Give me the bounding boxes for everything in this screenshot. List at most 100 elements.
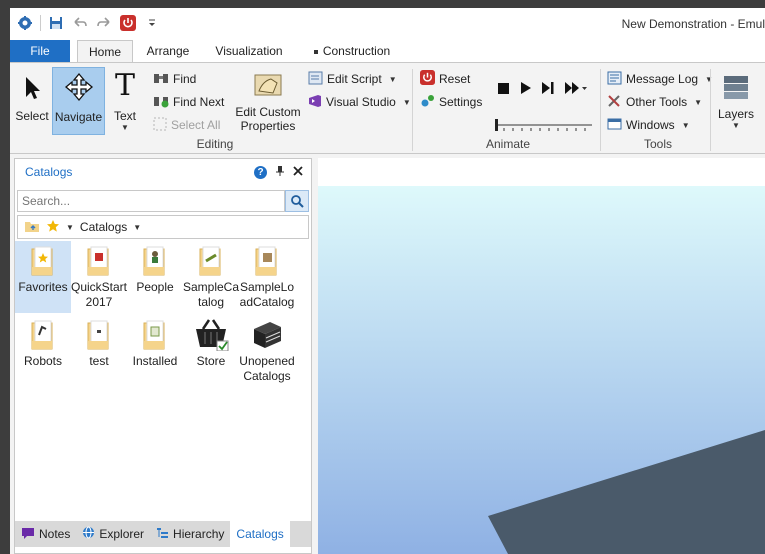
hand-icon (251, 67, 285, 101)
quick-access-toolbar (16, 14, 161, 32)
tab-explorer-label: Explorer (99, 527, 145, 541)
folder-installed-icon (142, 315, 168, 351)
catalog-item-favorites[interactable]: Favorites (15, 241, 71, 313)
edit-custom-label-1: Edit Custom (235, 105, 301, 119)
catalog-item-label: SampleLo (239, 280, 295, 294)
tab-dot-icon (313, 49, 318, 54)
chevron-down-icon[interactable]: ▼ (133, 223, 141, 232)
group-label-editing: Editing (196, 137, 234, 151)
catalog-item-label-2: 2017 (85, 295, 113, 309)
message-log-button[interactable]: Message Log ▼ (607, 69, 713, 89)
text-button[interactable]: T Text ▼ (108, 67, 142, 135)
text-t-icon: T (114, 68, 135, 103)
tab-home[interactable]: Home (77, 40, 133, 63)
search-input[interactable] (17, 190, 285, 212)
chevron-down-icon: ▼ (705, 74, 713, 84)
animation-speed-slider[interactable] (494, 119, 594, 133)
catalog-item-label: test (89, 354, 109, 368)
visual-studio-label: Visual Studio (326, 95, 396, 109)
fast-forward-icon[interactable] (564, 81, 588, 98)
pin-icon[interactable] (275, 165, 285, 180)
step-forward-icon[interactable] (541, 81, 555, 98)
select-label: Select (15, 109, 49, 123)
folder-up-icon[interactable] (24, 219, 40, 236)
tab-notes-label: Notes (39, 527, 71, 541)
catalog-item-samplecatalog[interactable]: SampleCa talog (183, 241, 239, 313)
reset-label: Reset (439, 72, 471, 86)
message-log-label: Message Log (626, 72, 699, 86)
folder-people-icon (142, 241, 168, 277)
layers-label: Layers (717, 107, 755, 121)
find-button[interactable]: Find (153, 69, 196, 89)
power-icon[interactable] (119, 14, 137, 32)
ribbon: Select Navigate T Text ▼ Find Find Next (10, 62, 765, 154)
tab-explorer[interactable]: Explorer (76, 521, 150, 547)
favorites-star-icon[interactable] (46, 219, 60, 236)
tab-notes[interactable]: Notes (15, 521, 76, 547)
edit-custom-label-2: Properties (240, 119, 296, 133)
app-logo-icon[interactable] (16, 14, 34, 32)
catalog-item-quickstart[interactable]: QuickStart 2017 (71, 241, 127, 313)
binoculars-icon (153, 71, 169, 88)
tab-catalogs[interactable]: Catalogs (230, 521, 290, 547)
chevron-down-icon[interactable]: ▼ (66, 223, 74, 232)
help-icon[interactable]: ? (254, 165, 267, 179)
edit-script-label: Edit Script (327, 72, 382, 86)
tab-construction-label: Construction (322, 44, 391, 58)
tab-hierarchy[interactable]: Hierarchy (150, 521, 230, 547)
settings-label: Settings (439, 95, 483, 109)
catalog-item-unopened-catalogs[interactable]: Unopened Catalogs (239, 315, 295, 387)
folder-robot-icon (30, 315, 56, 351)
catalog-item-test[interactable]: test (71, 315, 127, 387)
books-icon (250, 315, 284, 351)
chevron-down-icon: ▼ (694, 97, 703, 107)
chevron-down-icon: ▼ (732, 121, 740, 130)
navigate-button[interactable]: Navigate (52, 67, 105, 135)
windows-button[interactable]: Windows ▼ (607, 115, 690, 135)
windows-icon (607, 117, 622, 134)
find-next-button[interactable]: Find Next (153, 92, 224, 112)
visual-studio-icon (308, 94, 322, 111)
basket-icon (193, 315, 229, 351)
catalog-item-people[interactable]: People (127, 241, 183, 313)
other-tools-button[interactable]: Other Tools ▼ (607, 92, 702, 112)
save-icon[interactable] (47, 14, 65, 32)
select-all-icon (153, 117, 167, 134)
layers-icon (721, 67, 751, 101)
edit-script-button[interactable]: Edit Script ▼ (308, 69, 397, 89)
tab-hierarchy-label: Hierarchy (173, 527, 225, 541)
settings-button[interactable]: Settings (420, 92, 482, 112)
catalog-item-installed[interactable]: Installed (127, 315, 183, 387)
reset-button[interactable]: Reset (420, 69, 470, 89)
select-button[interactable]: Select (14, 67, 50, 135)
floor-plane-shape (488, 430, 765, 554)
layers-button[interactable]: Layers ▼ (716, 67, 756, 135)
tab-catalogs-label: Catalogs (236, 527, 284, 541)
edit-custom-properties-button[interactable]: Edit Custom Properties (232, 67, 304, 135)
tools-icon (607, 94, 622, 111)
tab-file[interactable]: File (10, 40, 70, 62)
chevron-down-icon: ▼ (388, 74, 397, 84)
find-label: Find (173, 72, 197, 86)
redo-icon[interactable] (95, 14, 113, 32)
tab-visualization[interactable]: Visualization (207, 40, 291, 62)
tab-construction[interactable]: Construction (306, 40, 398, 62)
panel-title: Catalogs (25, 165, 73, 179)
hierarchy-icon (156, 527, 169, 542)
catalog-item-store[interactable]: Store (183, 315, 239, 387)
select-all-button[interactable]: Select All (153, 115, 220, 135)
catalog-item-sampleloadcatalog[interactable]: SampleLo adCatalog (239, 241, 295, 313)
catalog-item-robots[interactable]: Robots (15, 315, 71, 387)
close-icon[interactable] (293, 165, 303, 179)
catalog-item-label: Unopened (239, 354, 295, 368)
customize-icon[interactable] (143, 14, 161, 32)
catalog-dropdown[interactable]: Catalogs (80, 220, 127, 234)
search-button[interactable] (285, 190, 309, 212)
stop-icon[interactable] (498, 83, 509, 94)
folder-box-icon (254, 241, 280, 277)
undo-icon[interactable] (71, 14, 89, 32)
play-icon[interactable] (520, 81, 532, 98)
3d-viewport[interactable] (318, 158, 765, 554)
visual-studio-button[interactable]: Visual Studio ▼ (308, 92, 411, 112)
tab-arrange[interactable]: Arrange (138, 40, 198, 62)
